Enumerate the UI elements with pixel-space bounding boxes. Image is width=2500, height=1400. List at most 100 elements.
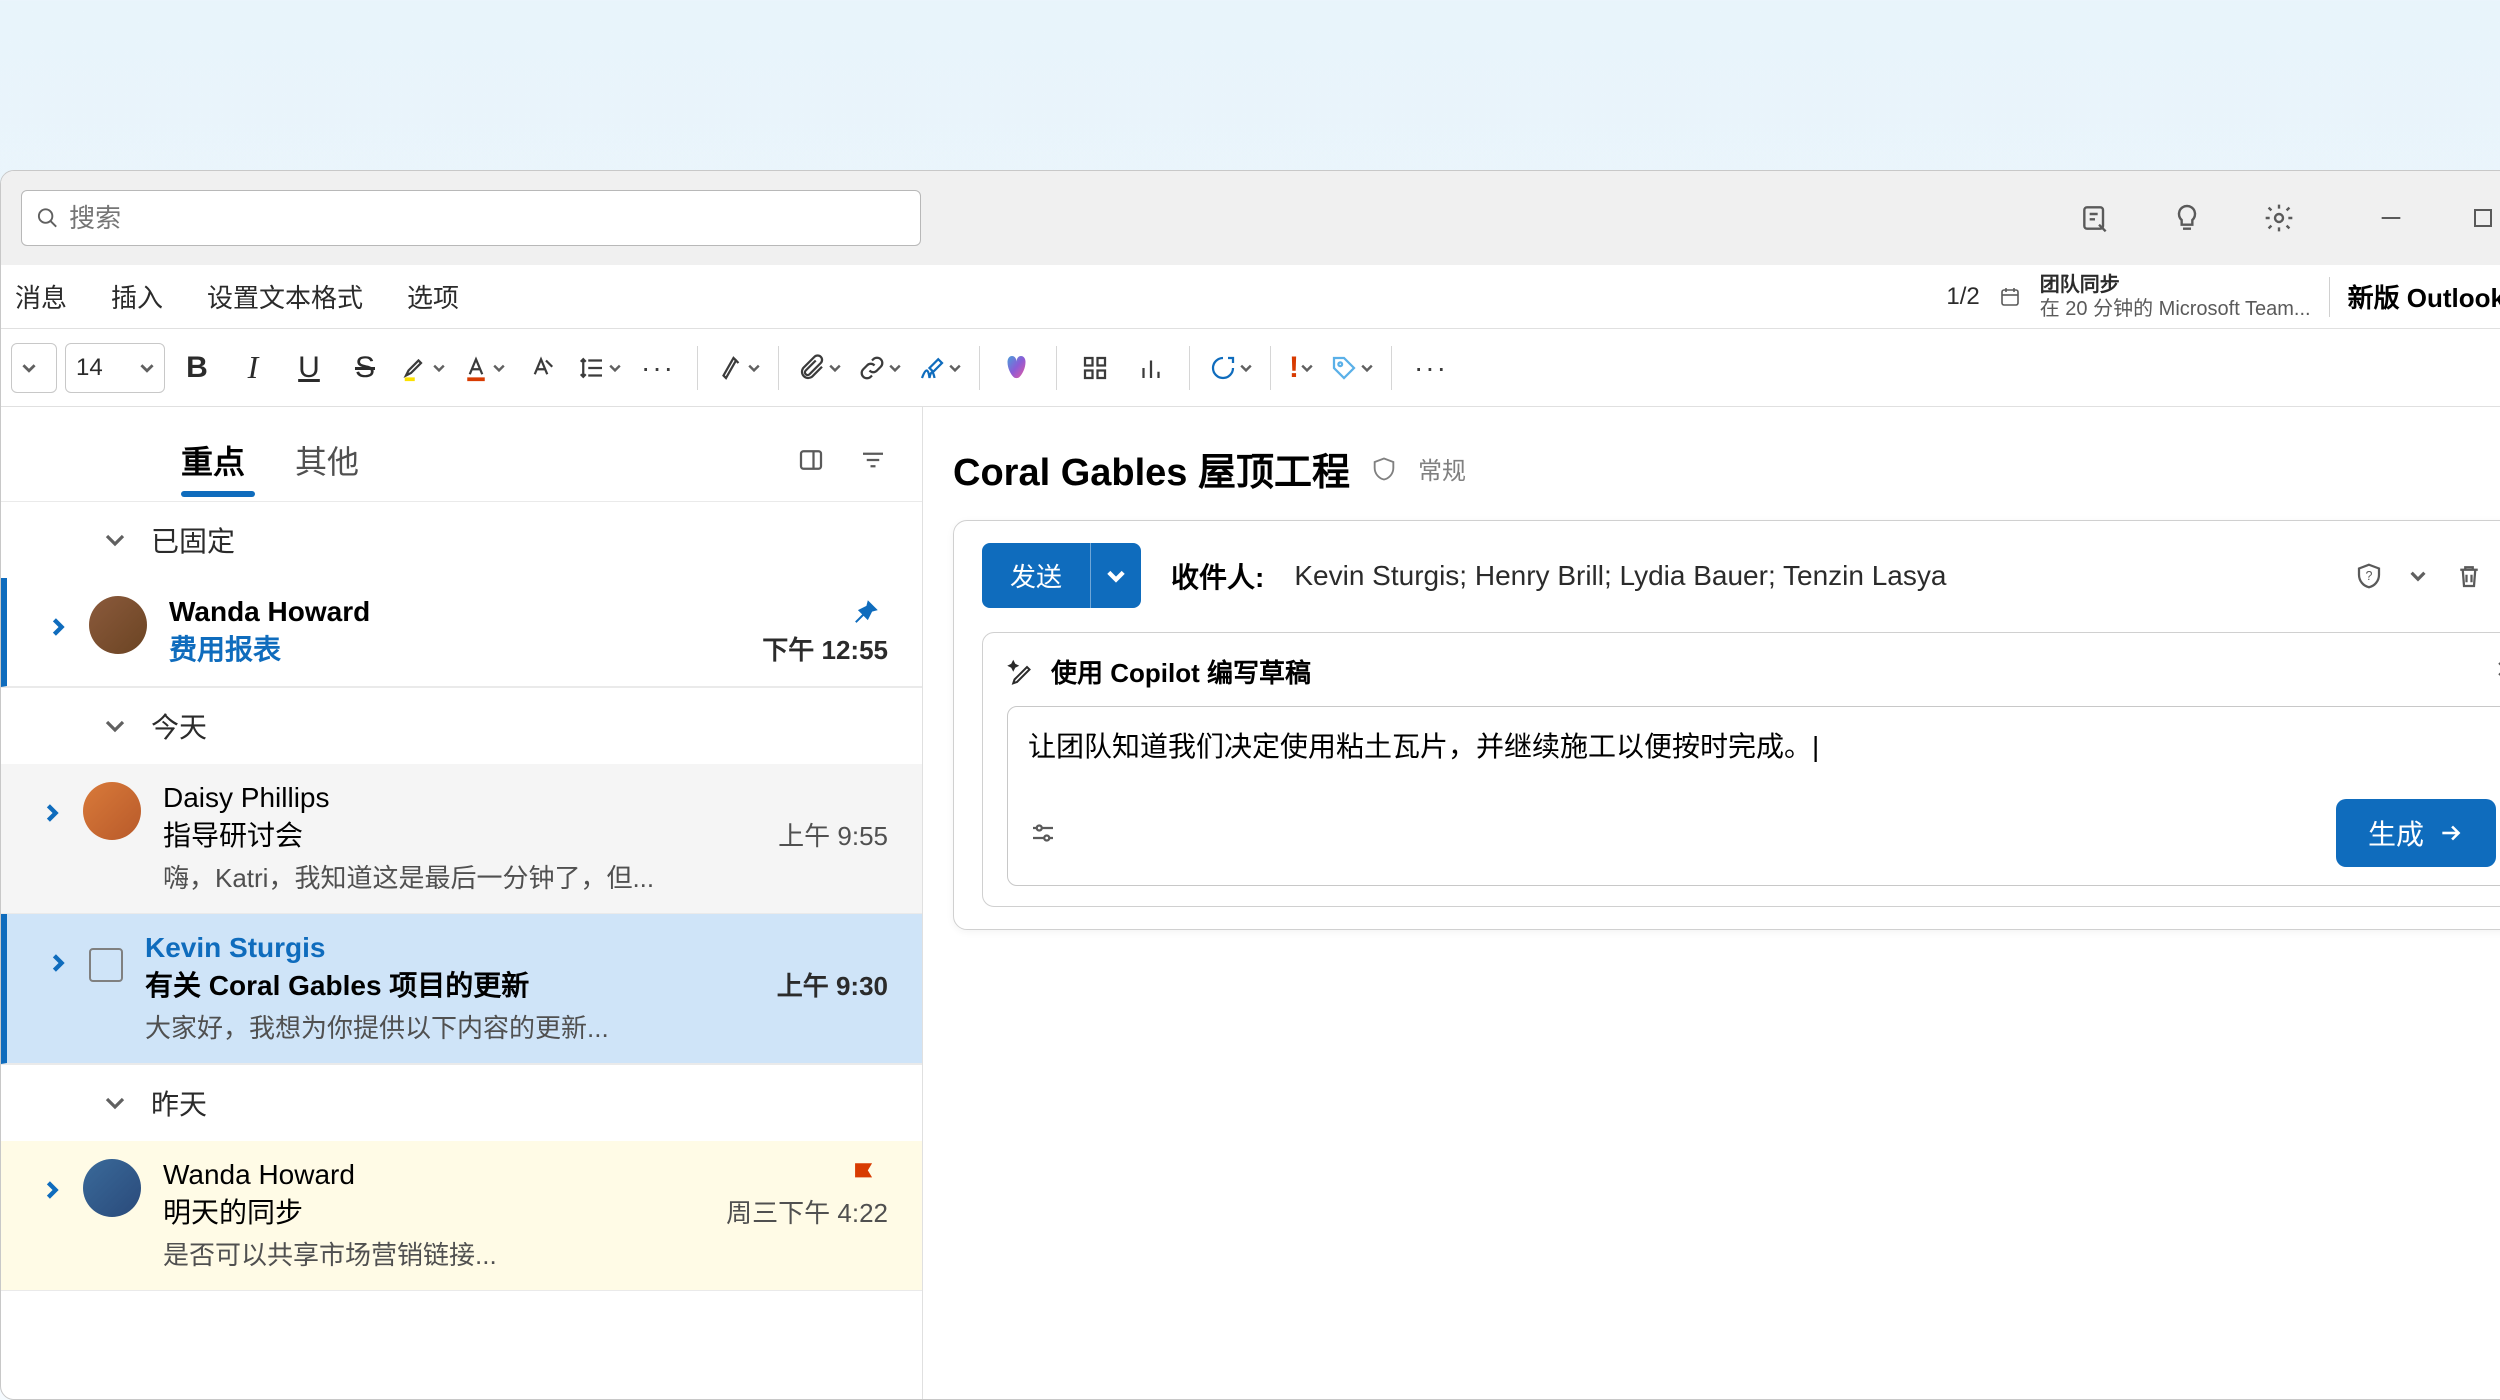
teams-title: 团队同步 — [2040, 273, 2311, 297]
email-time: 上午 9:55 — [778, 816, 888, 853]
copilot-input[interactable]: 让团队知道我们决定使用粘土瓦片，并继续施工以便按时完成。| 生成 — [1007, 706, 2500, 886]
adjust-icon[interactable] — [1028, 818, 1058, 848]
lightbulb-icon[interactable] — [2171, 202, 2203, 234]
highlight-button[interactable] — [397, 353, 449, 383]
email-subject: 明天的同步 — [163, 1191, 303, 1231]
avatar — [83, 782, 141, 840]
tag-button[interactable] — [1325, 353, 1377, 383]
font-size-select[interactable]: 14 — [65, 343, 165, 393]
maximize-icon[interactable] — [2467, 202, 2499, 234]
email-from: Wanda Howard — [169, 596, 888, 628]
format-toolbar: 14 B I U S ··· ! ··· — [1, 329, 2500, 407]
email-from: Daisy Phillips — [163, 782, 888, 814]
email-from: Wanda Howard — [163, 1159, 888, 1191]
font-color-button[interactable] — [457, 353, 509, 383]
sensitivity-tag: 常规 — [1418, 451, 1466, 486]
titlebar — [1, 171, 2500, 265]
email-row-pinned[interactable]: Wanda Howard 费用报表 下午 12:55 — [1, 578, 922, 687]
menu-options[interactable]: 选项 — [407, 278, 459, 315]
search-icon — [36, 206, 59, 230]
email-row-flagged[interactable]: Wanda Howard 明天的同步 周三下午 4:22 是否可以共享市场营销链… — [1, 1141, 922, 1291]
menu-message[interactable]: 消息 — [15, 278, 67, 315]
section-today[interactable]: 今天 — [1, 687, 922, 764]
italic-button[interactable]: I — [229, 344, 277, 392]
search-input[interactable] — [69, 203, 906, 234]
send-options-button[interactable] — [1090, 543, 1141, 608]
chevron-right-icon — [43, 1181, 61, 1199]
signature-button[interactable] — [913, 353, 965, 383]
chevron-right-icon — [49, 954, 67, 972]
more-format-button[interactable]: ··· — [633, 352, 683, 384]
email-preview: 是否可以共享市场营销链接... — [163, 1235, 888, 1272]
email-subject: 费用报表 — [169, 628, 281, 668]
gear-icon[interactable] — [2263, 202, 2295, 234]
email-list-pane: 重点 其他 已固定 Wanda Howard 费用报表 下午 12 — [1, 407, 923, 1399]
copilot-button[interactable] — [994, 344, 1042, 392]
recipients-label: 收件人: — [1171, 556, 1264, 596]
email-time: 下午 12:55 — [762, 630, 888, 667]
email-preview: 嗨，Katri，我知道这是最后一分钟了，但... — [163, 858, 888, 895]
compose-card: 发送 收件人: Kevin Sturgis; Henry Brill; Lydi… — [953, 520, 2500, 930]
svg-text:?: ? — [2366, 568, 2373, 582]
font-family-select[interactable] — [11, 343, 57, 393]
link-button[interactable] — [853, 353, 905, 383]
filter-icon[interactable] — [858, 445, 888, 475]
minimize-icon[interactable] — [2375, 202, 2407, 234]
clear-format-button[interactable] — [517, 344, 565, 392]
more-actions-button[interactable]: ··· — [1406, 352, 1456, 384]
calendar-icon[interactable] — [1998, 285, 2022, 309]
section-yesterday[interactable]: 昨天 — [1, 1064, 922, 1141]
line-spacing-button[interactable] — [573, 353, 625, 383]
underline-button[interactable]: U — [285, 344, 333, 392]
teams-subtitle: 在 20 分钟的 Microsoft Team... — [2040, 297, 2311, 321]
reading-pane: Coral Gables 屋顶工程 常规 发送 收件人: Kevin Sturg… — [923, 407, 2500, 1399]
email-row[interactable]: Daisy Phillips 指导研讨会 上午 9:55 嗨，Katri，我知道… — [1, 764, 922, 914]
layout-icon[interactable] — [796, 445, 826, 475]
sensitivity-icon[interactable]: ? — [2354, 561, 2384, 591]
flag-icon[interactable] — [848, 1159, 882, 1193]
content-area: 重点 其他 已固定 Wanda Howard 费用报表 下午 12 — [1, 407, 2500, 1399]
bold-button[interactable]: B — [173, 344, 221, 392]
menubar: 消息 插入 设置文本格式 选项 1/2 团队同步 在 20 分钟的 Micros… — [1, 265, 2500, 329]
email-subject: 指导研讨会 — [163, 814, 303, 854]
chevron-right-icon — [43, 804, 61, 822]
avatar — [83, 1159, 141, 1217]
styles-button[interactable] — [712, 353, 764, 383]
apps-icon[interactable] — [1071, 344, 1119, 392]
email-preview: 大家好，我想为你提供以下内容的更新... — [145, 1008, 888, 1045]
email-subject: 有关 Coral Gables 项目的更新 — [145, 964, 529, 1004]
importance-button[interactable]: ! — [1285, 351, 1317, 385]
section-pinned[interactable]: 已固定 — [1, 501, 922, 578]
recipients[interactable]: Kevin Sturgis; Henry Brill; Lydia Bauer;… — [1294, 560, 1946, 592]
copilot-pen-icon — [1007, 657, 1037, 687]
search-box[interactable] — [21, 190, 921, 246]
copilot-close-button[interactable] — [2493, 657, 2500, 686]
checkbox[interactable] — [89, 948, 123, 982]
delete-icon[interactable] — [2454, 561, 2484, 591]
teams-status[interactable]: 团队同步 在 20 分钟的 Microsoft Team... — [2040, 273, 2311, 321]
copilot-title: 使用 Copilot 编写草稿 — [1051, 653, 1311, 690]
menu-format[interactable]: 设置文本格式 — [207, 278, 363, 315]
strikethrough-button[interactable]: S — [341, 344, 389, 392]
tab-other[interactable]: 其他 — [295, 437, 359, 483]
chevron-down-icon[interactable] — [2410, 568, 2426, 584]
generate-button[interactable]: 生成 — [2336, 799, 2496, 867]
new-outlook-label: 新版 Outlook — [2348, 278, 2500, 315]
chevron-down-icon — [105, 530, 125, 550]
menu-insert[interactable]: 插入 — [111, 278, 163, 315]
reading-header: Coral Gables 屋顶工程 常规 — [953, 427, 2500, 520]
avatar — [89, 596, 147, 654]
tab-focused[interactable]: 重点 — [181, 437, 245, 483]
copilot-prompt-text: 让团队知道我们决定使用粘土瓦片，并继续施工以便按时完成。| — [1028, 725, 2496, 765]
poll-icon[interactable] — [1127, 344, 1175, 392]
pin-icon[interactable] — [848, 596, 882, 630]
shield-icon — [1370, 455, 1398, 483]
email-row-selected[interactable]: Kevin Sturgis 有关 Coral Gables 项目的更新 上午 9… — [1, 914, 922, 1064]
email-time: 上午 9:30 — [777, 966, 888, 1003]
loop-button[interactable] — [1204, 353, 1256, 383]
send-button[interactable]: 发送 — [982, 543, 1090, 608]
chevron-down-icon — [105, 716, 125, 736]
nav-counter: 1/2 — [1946, 283, 1979, 311]
note-icon[interactable] — [2079, 202, 2111, 234]
attach-button[interactable] — [793, 353, 845, 383]
